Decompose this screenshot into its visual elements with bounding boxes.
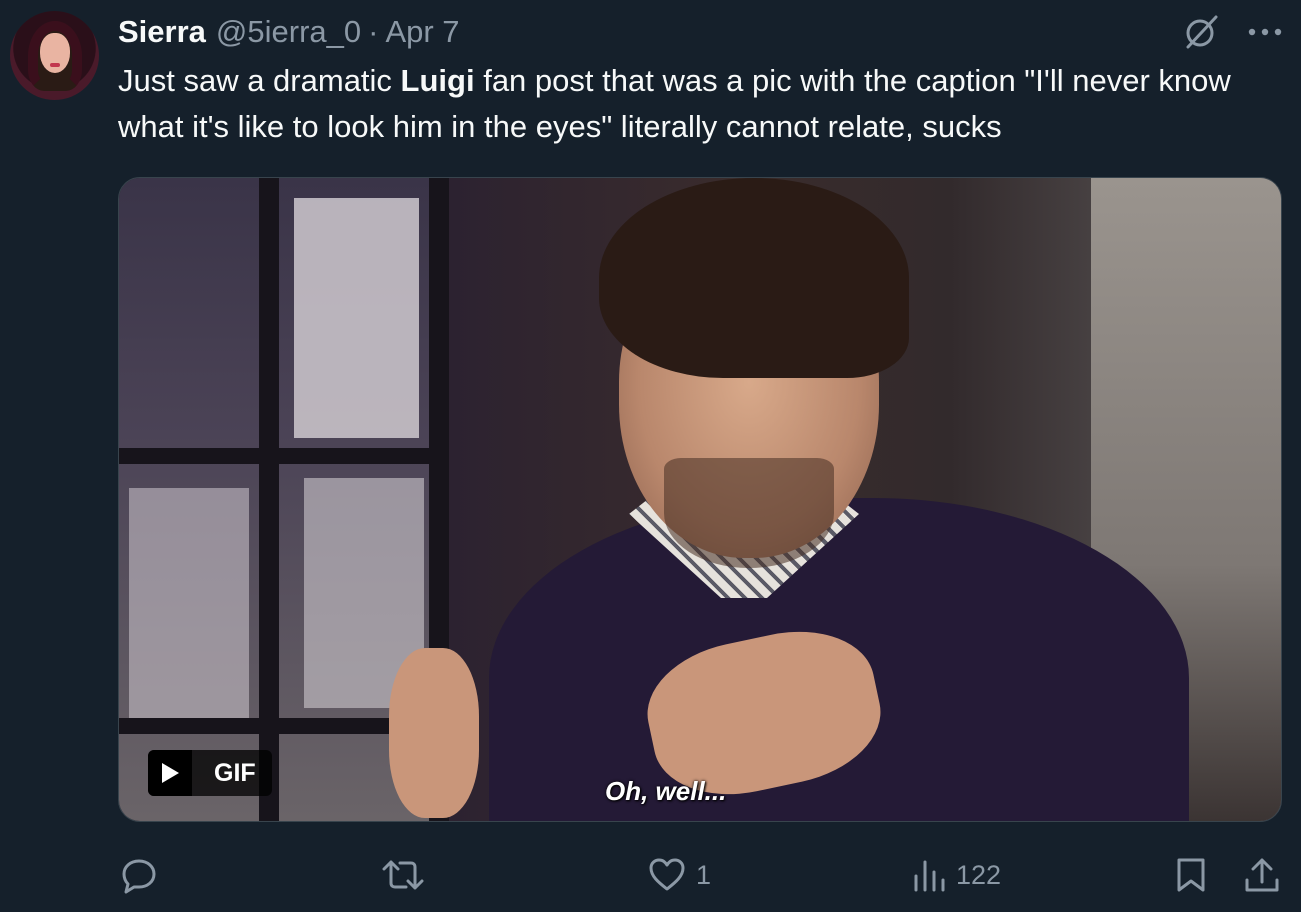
user-handle[interactable]: @5ierra_0 — [216, 14, 361, 50]
person-hair — [599, 178, 909, 378]
post-date[interactable]: Apr 7 — [385, 14, 459, 50]
top-actions — [1183, 14, 1283, 50]
share-button[interactable] — [1244, 850, 1280, 900]
gif-media[interactable]: GIF Oh, well... — [118, 177, 1282, 822]
gif-badge[interactable]: GIF — [148, 750, 272, 796]
tweet-header: Sierra @5ierra_0 · Apr 7 — [118, 12, 460, 52]
bookmark-button[interactable] — [1175, 850, 1207, 900]
tweet-text-part1: Just saw a dramatic — [118, 63, 401, 98]
reply-button[interactable] — [120, 850, 168, 900]
more-icon[interactable] — [1247, 26, 1283, 38]
heart-icon — [648, 857, 686, 893]
views-button[interactable]: 122 — [912, 850, 1001, 900]
tweet[interactable]: Sierra @5ierra_0 · Apr 7 Just saw a dram… — [0, 0, 1301, 912]
separator: · — [368, 14, 379, 49]
retweet-button[interactable] — [382, 850, 434, 900]
gif-label: GIF — [214, 758, 256, 787]
views-count: 122 — [956, 859, 1002, 890]
avatar[interactable] — [10, 11, 99, 100]
play-icon[interactable] — [148, 750, 192, 796]
display-name[interactable]: Sierra — [118, 14, 206, 50]
grok-icon[interactable] — [1183, 14, 1219, 50]
share-icon — [1244, 856, 1280, 894]
person-left-hand — [389, 648, 479, 818]
gif-caption: Oh, well... — [605, 776, 727, 806]
like-button[interactable]: 1 — [648, 850, 711, 900]
reply-icon — [120, 856, 158, 894]
tweet-text: Just saw a dramatic Luigi fan post that … — [118, 58, 1283, 150]
tweet-text-bold: Luigi — [400, 63, 475, 98]
views-icon — [912, 858, 946, 892]
person-beard — [664, 458, 834, 568]
bookmark-icon — [1175, 856, 1207, 894]
like-count: 1 — [696, 859, 712, 890]
retweet-icon — [382, 856, 424, 894]
action-bar: 1 122 — [120, 850, 1285, 900]
